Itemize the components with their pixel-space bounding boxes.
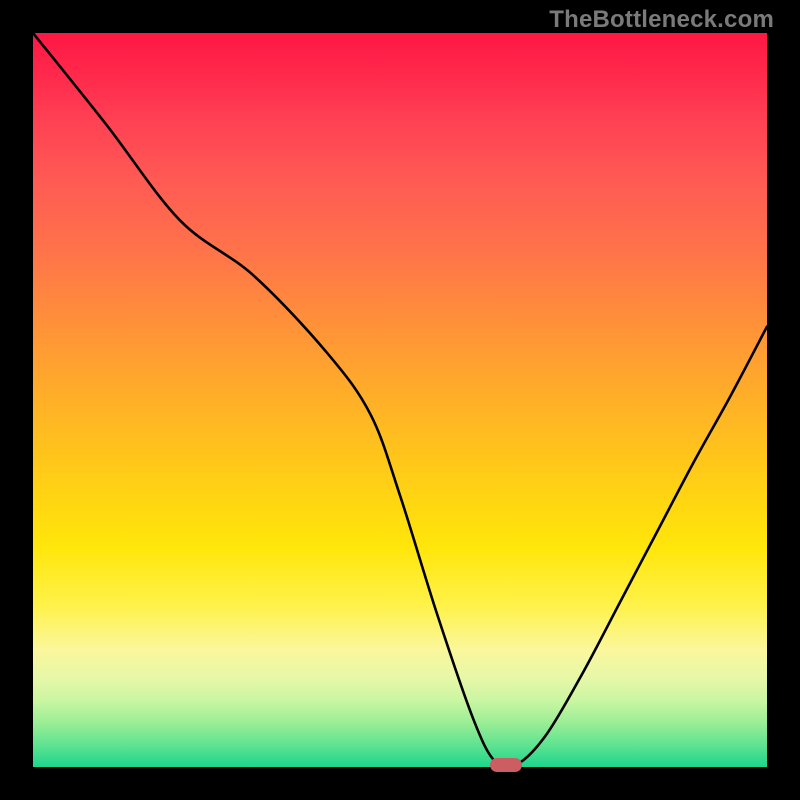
watermark-text: TheBottleneck.com [549, 6, 774, 34]
chart-frame: TheBottleneck.com [0, 0, 800, 800]
bottleneck-curve-line [33, 33, 767, 767]
optimal-indicator-marker [490, 758, 522, 772]
chart-svg [33, 33, 767, 767]
